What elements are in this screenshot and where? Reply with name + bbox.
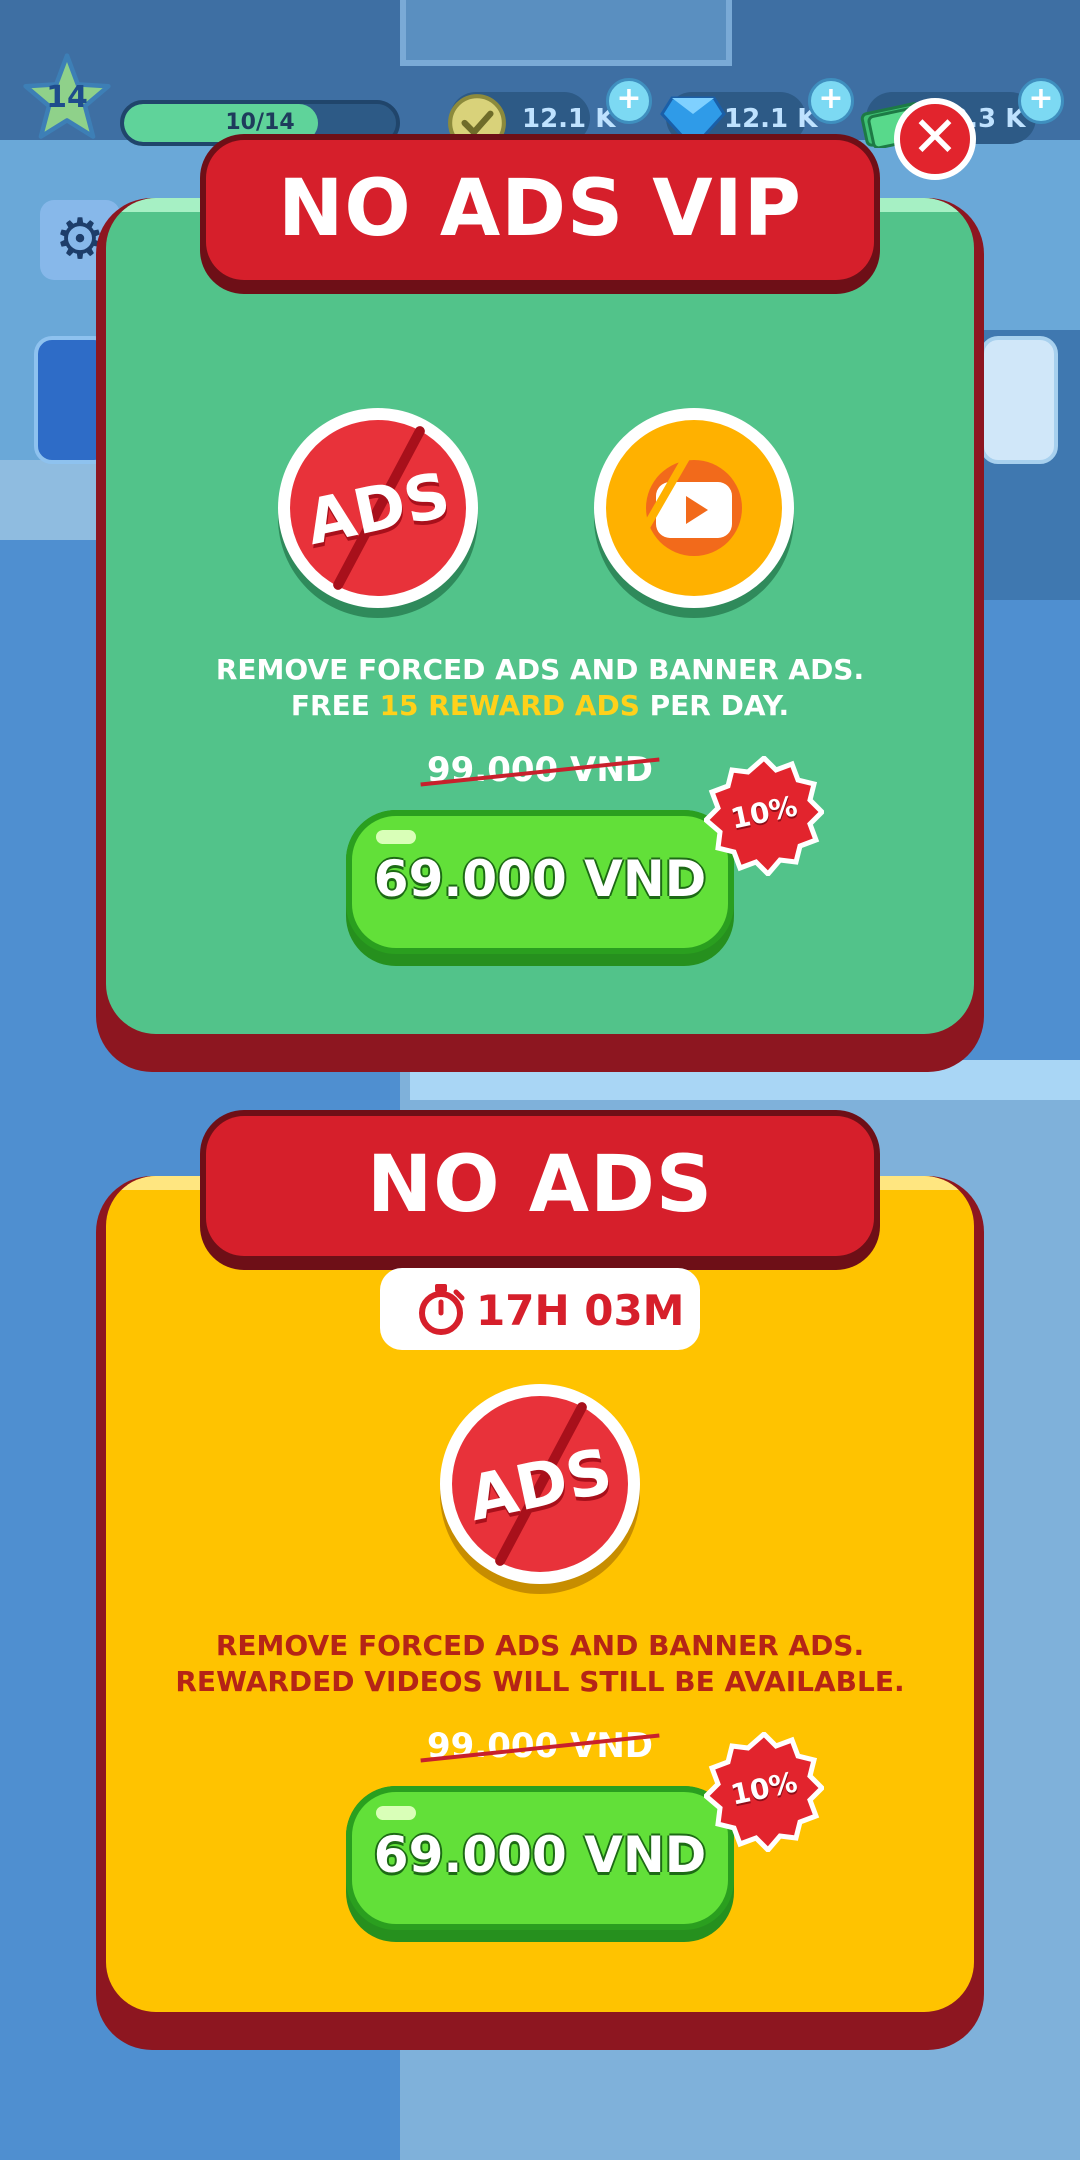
noads-description-line2: REWARDED VIDEOS WILL STILL BE AVAILABLE. [175, 1665, 905, 1698]
player-level: 14 [46, 80, 88, 115]
video-ads-icon-circle [606, 420, 782, 596]
gems-value: 12.1 K [724, 104, 818, 134]
noads-buy-button[interactable]: 69.000 VND [346, 1786, 734, 1942]
vip-discount-badge: 10% [704, 756, 824, 876]
shop-button[interactable] [980, 336, 1058, 464]
noads-description: REMOVE FORCED ADS AND BANNER ADS. REWARD… [100, 1628, 980, 1700]
no-ads-icon-circle: ADS [290, 420, 466, 596]
vip-buy-button-shine [376, 830, 416, 844]
no-ads-icon-2-circle: ADS [452, 1396, 628, 1572]
offer-timer-text: 17H 03M [476, 1286, 685, 1335]
vip-buy-button-face[interactable]: 69.000 VND [346, 810, 734, 954]
noads-discount-badge: 10% [704, 1732, 824, 1852]
vip-description-line1: REMOVE FORCED ADS AND BANNER ADS. [215, 653, 865, 686]
video-play-icon [641, 451, 742, 556]
reward-ads-highlight: 15 REWARD ADS [379, 689, 640, 722]
add-coins-button[interactable]: + [606, 78, 652, 124]
noads-title-ribbon: NO ADS [200, 1110, 880, 1270]
noads-description-line1: REMOVE FORCED ADS AND BANNER ADS. [215, 1629, 865, 1662]
vip-description-suffix: PER DAY. [639, 689, 790, 722]
coins-value: 12.1 K [522, 104, 616, 134]
noads-title: NO ADS [366, 1140, 714, 1230]
stopwatch-icon [419, 1284, 465, 1335]
vip-description: REMOVE FORCED ADS AND BANNER ADS. FREE 1… [100, 652, 980, 724]
vip-title: NO ADS VIP [278, 164, 802, 254]
offer-timer: 17H 03M [380, 1268, 700, 1350]
no-ads-icon-2-label: ADS [461, 1433, 619, 1536]
vip-price: 69.000 VND [373, 850, 707, 908]
noads-price: 69.000 VND [373, 1826, 707, 1884]
add-gems-button[interactable]: + [808, 78, 854, 124]
no-ads-icon-2: ADS [440, 1384, 640, 1584]
background-door [400, 0, 732, 66]
vip-description-prefix: FREE [290, 689, 380, 722]
vip-title-ribbon: NO ADS VIP [200, 134, 880, 294]
vip-description-line2: FREE 15 REWARD ADS PER DAY. [100, 688, 980, 724]
add-cash-button[interactable]: + [1018, 78, 1064, 124]
noads-buy-button-shine [376, 1806, 416, 1820]
vip-buy-button[interactable]: 69.000 VND [346, 810, 734, 966]
no-ads-icon-label: ADS [299, 457, 457, 560]
close-icon[interactable]: ✕ [894, 98, 976, 180]
video-ads-icon [594, 408, 794, 608]
noads-buy-button-face[interactable]: 69.000 VND [346, 1786, 734, 1930]
no-ads-icon: ADS [278, 408, 478, 608]
